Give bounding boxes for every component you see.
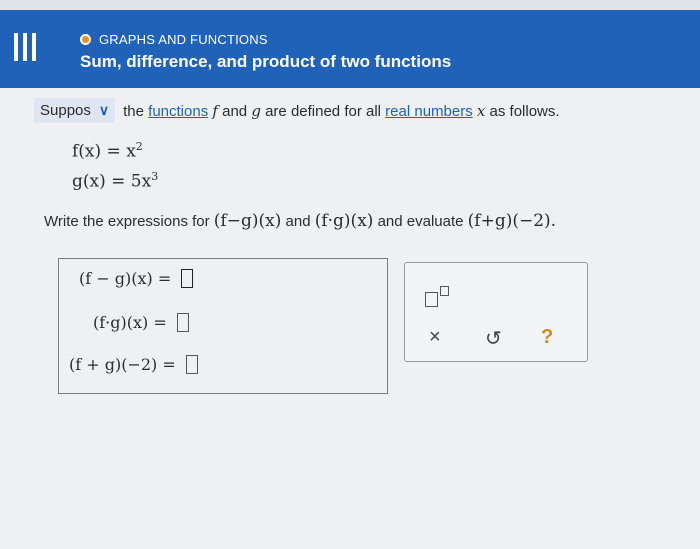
topic-label: GRAPHS AND FUNCTIONS xyxy=(99,32,268,47)
menu-icon[interactable] xyxy=(10,32,40,62)
sum-input[interactable] xyxy=(185,355,198,374)
answer-row-sum: (f + g)(−2) = xyxy=(69,355,198,374)
superscript-icon[interactable] xyxy=(425,285,465,311)
f-definition: f(x) = x2 xyxy=(72,140,143,162)
suppose-label: Suppos xyxy=(40,102,91,119)
product-input[interactable] xyxy=(176,313,189,332)
answer-row-product: (f·g)(x) = xyxy=(93,313,189,332)
topic-line: GRAPHS AND FUNCTIONS xyxy=(80,32,268,47)
topic-dot-icon xyxy=(80,34,91,45)
answer-row-difference: (f − g)(x) = xyxy=(79,269,194,288)
clear-button[interactable]: × xyxy=(429,326,441,349)
question-intro: Suppos ∨ the functions f and g are defin… xyxy=(34,98,560,123)
math-toolbar: × ↺ ? xyxy=(404,262,588,362)
page-title: Sum, difference, and product of two func… xyxy=(80,52,452,71)
suppose-dropdown[interactable]: Suppos ∨ xyxy=(34,98,116,123)
functions-link[interactable]: functions xyxy=(148,103,208,120)
answer-box: (f − g)(x) = (f·g)(x) = (f + g)(−2) = xyxy=(58,258,388,394)
instruction-text: Write the expressions for (f−g)(x) and (… xyxy=(44,211,557,231)
browser-strip xyxy=(0,0,700,10)
chevron-down-icon: ∨ xyxy=(98,102,110,118)
difference-input[interactable] xyxy=(181,269,194,288)
question-area: Suppos ∨ the functions f and g are defin… xyxy=(0,88,700,549)
undo-button[interactable]: ↺ xyxy=(485,326,502,351)
help-button[interactable]: ? xyxy=(541,326,553,349)
g-definition: g(x) = 5x3 xyxy=(72,170,159,192)
intro-text: the functions f and g are defined for al… xyxy=(123,101,560,120)
real-numbers-link[interactable]: real numbers xyxy=(385,103,473,120)
header-bar: GRAPHS AND FUNCTIONS Sum, difference, an… xyxy=(0,10,700,88)
